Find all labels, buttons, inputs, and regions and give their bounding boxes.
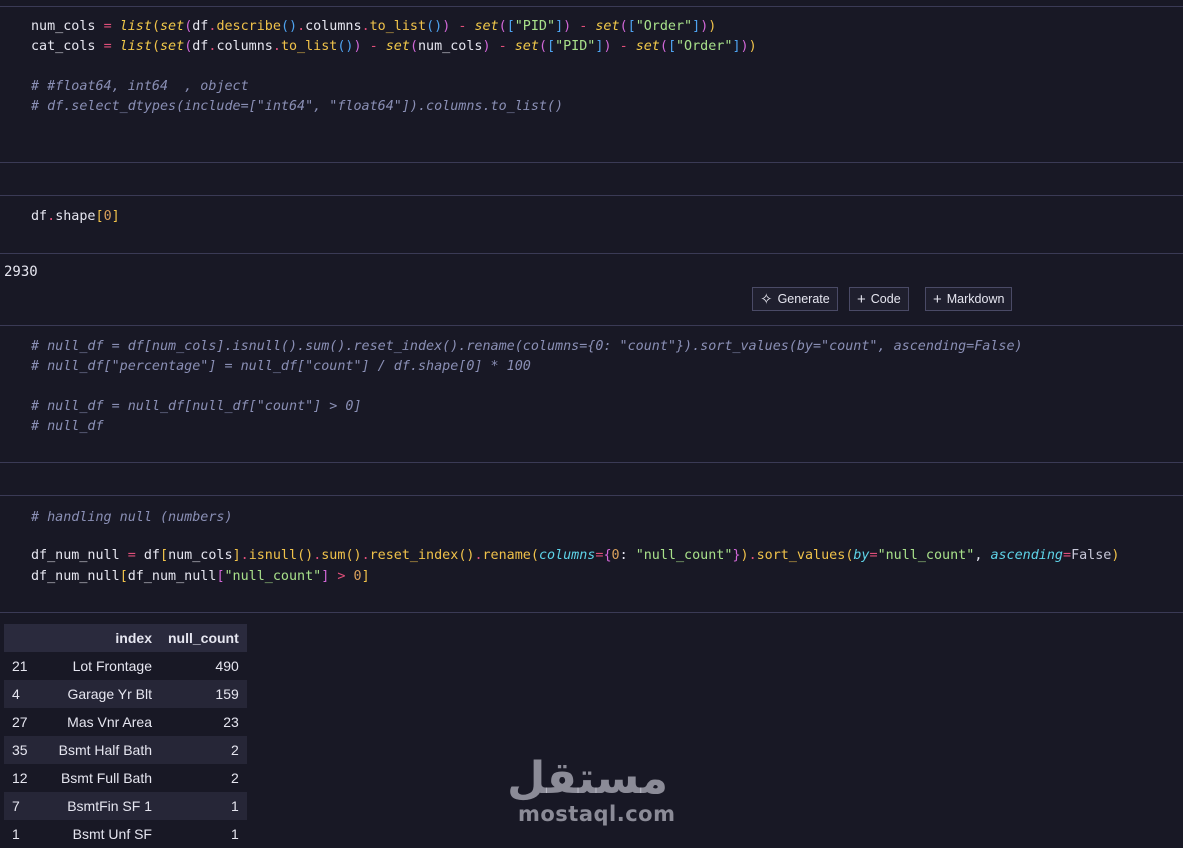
- table-header-row: index null_count: [4, 624, 247, 652]
- cell-divider: [0, 162, 1183, 163]
- table-row: 1 Bsmt Unf SF 1: [4, 820, 247, 848]
- add-markdown-button[interactable]: + Markdown: [925, 287, 1013, 311]
- table-cell: Lot Frontage: [72, 658, 152, 674]
- table-row: 21 Lot Frontage 490: [4, 652, 247, 680]
- cell-divider: [0, 495, 1183, 496]
- table-header: null_count: [160, 624, 247, 652]
- plus-icon: +: [933, 290, 942, 308]
- code-comment[interactable]: # df.select_dtypes(include=["int64", "fl…: [31, 97, 563, 117]
- table-cell: Bsmt Unf SF: [72, 826, 152, 842]
- cell-divider: [0, 195, 1183, 196]
- code-comment[interactable]: # null_df = df[num_cols].isnull().sum().…: [31, 337, 1023, 357]
- watermark-latin: mostaql.com: [518, 802, 676, 826]
- table-row: 35 Bsmt Half Bath 2: [4, 736, 247, 764]
- table-header: index: [44, 624, 160, 652]
- table-row: 7 BsmtFin SF 1 1: [4, 792, 247, 820]
- row-index: 12: [12, 770, 28, 786]
- code-line-df-num-null[interactable]: df_num_null = df[num_cols].isnull().sum(…: [31, 546, 1119, 566]
- table-cell: 2: [230, 770, 239, 786]
- code-comment[interactable]: # null_df["percentage"] = null_df["count…: [31, 357, 531, 377]
- row-index: 35: [4, 736, 44, 764]
- cell-divider: [0, 462, 1183, 463]
- table-cell: Bsmt Full Bath: [60, 770, 152, 786]
- watermark-arabic: مستقل: [507, 753, 668, 804]
- table-cell: 1: [230, 826, 239, 842]
- code-comment[interactable]: # null_df = null_df[null_df["count"] > 0…: [31, 397, 362, 417]
- cell-divider: [0, 612, 1183, 613]
- code-line-cat-cols[interactable]: cat_cols = list(set(df.columns.to_list()…: [31, 37, 757, 57]
- code-line-shape[interactable]: df.shape[0]: [31, 207, 120, 227]
- add-code-button[interactable]: + Code: [849, 287, 909, 311]
- table-cell: 23: [223, 714, 239, 730]
- code-line-filter[interactable]: df_num_null[df_num_null["null_count"] > …: [31, 567, 370, 587]
- mostaql-watermark: مستقل mostaql.com: [507, 753, 676, 827]
- output-dataframe: index null_count 21 Lot Frontage 490 4 G…: [4, 624, 247, 848]
- table-header: [4, 624, 44, 652]
- row-index: 7: [4, 792, 44, 820]
- table-cell: 159: [160, 680, 247, 708]
- cell-divider: [0, 253, 1183, 254]
- row-index: 27: [12, 714, 28, 730]
- sparkle-icon: ✧: [760, 290, 773, 308]
- row-index: 1: [12, 826, 20, 842]
- table-row: 12 Bsmt Full Bath 2: [4, 764, 247, 792]
- code-line-num-cols[interactable]: num_cols = list(set(df.describe().column…: [31, 17, 716, 37]
- generate-button[interactable]: ✧ Generate: [752, 287, 838, 311]
- table-cell: Garage Yr Blt: [44, 680, 160, 708]
- table-cell: Mas Vnr Area: [67, 714, 152, 730]
- table-cell: BsmtFin SF 1: [44, 792, 160, 820]
- table-row: 4 Garage Yr Blt 159: [4, 680, 247, 708]
- plus-icon: +: [857, 290, 866, 308]
- table-row: 27 Mas Vnr Area 23: [4, 708, 247, 736]
- table-cell: 490: [215, 658, 239, 674]
- cell-divider: [0, 325, 1183, 326]
- table-cell: Bsmt Half Bath: [44, 736, 160, 764]
- row-index: 21: [12, 658, 28, 674]
- generate-label: Generate: [777, 292, 830, 306]
- code-comment[interactable]: # #float64, int64 , object: [31, 77, 249, 97]
- table-cell: 2: [160, 736, 247, 764]
- cell-output: 2930: [4, 264, 38, 280]
- code-comment[interactable]: # handling null (numbers): [31, 508, 233, 528]
- row-index: 4: [4, 680, 44, 708]
- markdown-label: Markdown: [946, 292, 1005, 306]
- table-cell: 1: [160, 792, 247, 820]
- cell-divider: [0, 6, 1183, 7]
- code-comment[interactable]: # null_df: [31, 417, 104, 437]
- code-label: Code: [870, 292, 901, 306]
